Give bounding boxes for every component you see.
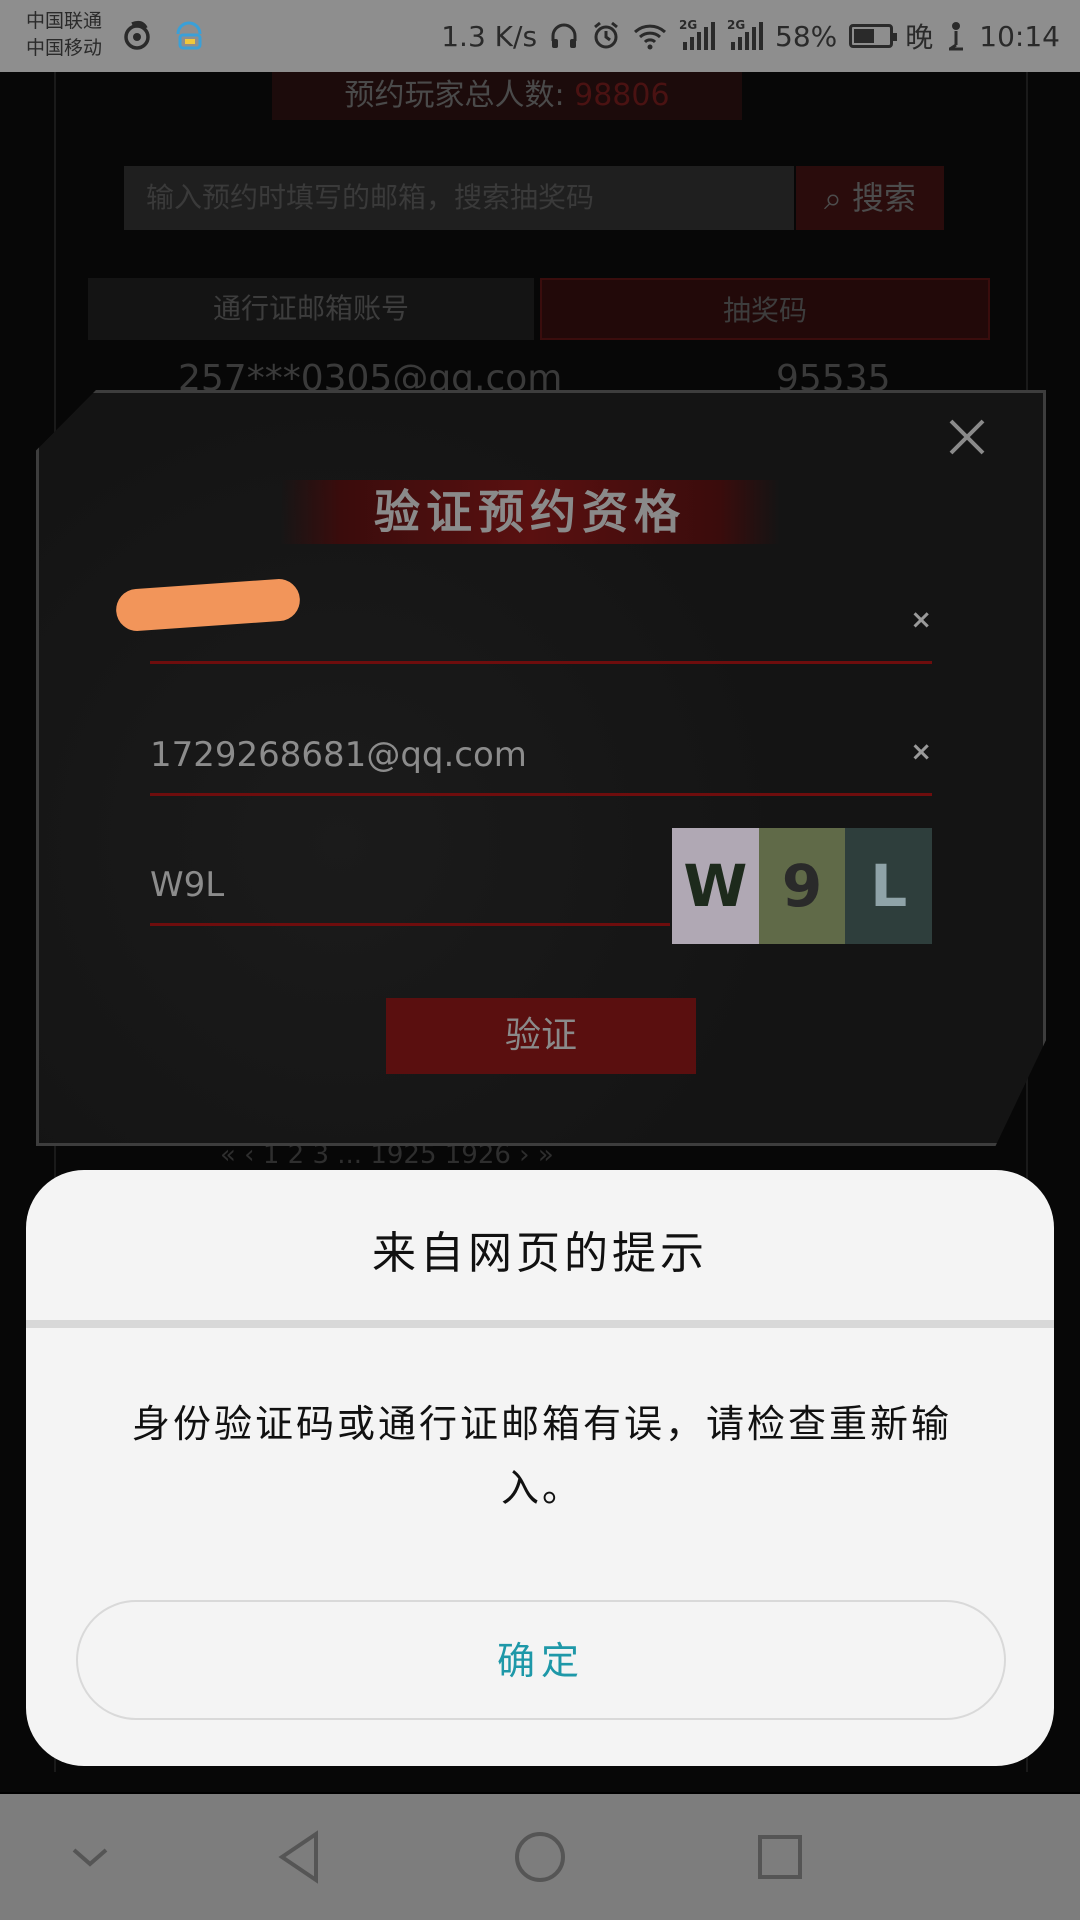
alert-divider: [26, 1320, 1054, 1328]
navigation-bar: [0, 1794, 1080, 1920]
reserve-count-value: 98806: [574, 78, 670, 113]
notification-icons: [120, 18, 206, 52]
home-icon[interactable]: [480, 1794, 600, 1920]
email-value: 1729268681@qq.com: [150, 735, 527, 775]
chat-bot-icon: [172, 18, 206, 52]
captcha-value: W9L: [150, 865, 225, 905]
search-icon: ⌕: [823, 179, 842, 217]
alert-title: 来自网页的提示: [372, 1228, 708, 1279]
status-right-group: 1.3 K/s 2G 2G 58% 晚 10:14: [441, 16, 1060, 56]
alert-message: 身份验证码或通行证邮箱有误，请检查重新输入。: [131, 1402, 952, 1510]
back-icon[interactable]: [240, 1794, 360, 1920]
signal-2-icon: 2G: [727, 18, 764, 50]
app-notification-icon: [120, 18, 154, 52]
table-header-email: 通行证邮箱账号: [88, 278, 534, 340]
status-bar: 中国联通 中国移动 1.3 K/s 2G 2G 58% 晚 10:14: [0, 0, 1080, 72]
identity-code-field[interactable]: ×: [150, 574, 932, 664]
reserve-count: 预约玩家总人数: 98806: [272, 72, 742, 120]
captcha-image[interactable]: W 9 L: [672, 828, 933, 944]
clear-icon[interactable]: ×: [910, 605, 932, 635]
carrier-1: 中国联通: [26, 10, 103, 32]
carrier-names: 中国联通 中国移动: [26, 8, 102, 62]
wifi-icon: [633, 22, 667, 50]
verify-modal-title: 验证预约资格: [280, 480, 780, 544]
recents-icon[interactable]: [720, 1794, 840, 1920]
email-field[interactable]: 1729268681@qq.com ×: [150, 706, 932, 796]
alarm-icon: [591, 21, 621, 51]
lottery-search-button: ⌕ 搜索: [796, 166, 944, 230]
clear-icon[interactable]: ×: [910, 737, 932, 767]
battery-percent: 58%: [775, 19, 838, 53]
net-speed: 1.3 K/s: [441, 19, 538, 53]
captcha-field[interactable]: W9L: [150, 836, 670, 926]
carrier-2: 中国移动: [26, 37, 103, 59]
verify-button[interactable]: 验证: [386, 998, 696, 1074]
captcha-char-1: W: [672, 828, 759, 944]
captcha-char-2: 9: [758, 828, 846, 944]
chevron-down-icon[interactable]: [30, 1794, 150, 1920]
signal-2-type: 2G: [727, 18, 746, 32]
table-header-code: 抽奖码: [540, 278, 990, 340]
search-button-label: 搜索: [852, 179, 917, 217]
lottery-search-input: 输入预约时填写的邮箱，搜索抽奖码: [124, 166, 794, 230]
reserve-count-label: 预约玩家总人数:: [344, 78, 565, 113]
captcha-char-3: L: [845, 828, 933, 944]
night-label: 晚: [905, 21, 934, 54]
alert-ok-button[interactable]: 确定: [76, 1600, 1006, 1720]
person-icon: [945, 21, 967, 51]
web-alert-dialog: 来自网页的提示 身份验证码或通行证邮箱有误，请检查重新输入。 确定: [26, 1170, 1054, 1766]
signal-1-icon: 2G: [679, 18, 716, 50]
signal-1-type: 2G: [679, 18, 698, 32]
battery-icon: [849, 24, 898, 48]
headphones-icon: [549, 21, 579, 51]
clock: 10:14: [979, 19, 1060, 53]
close-icon[interactable]: [942, 415, 992, 465]
